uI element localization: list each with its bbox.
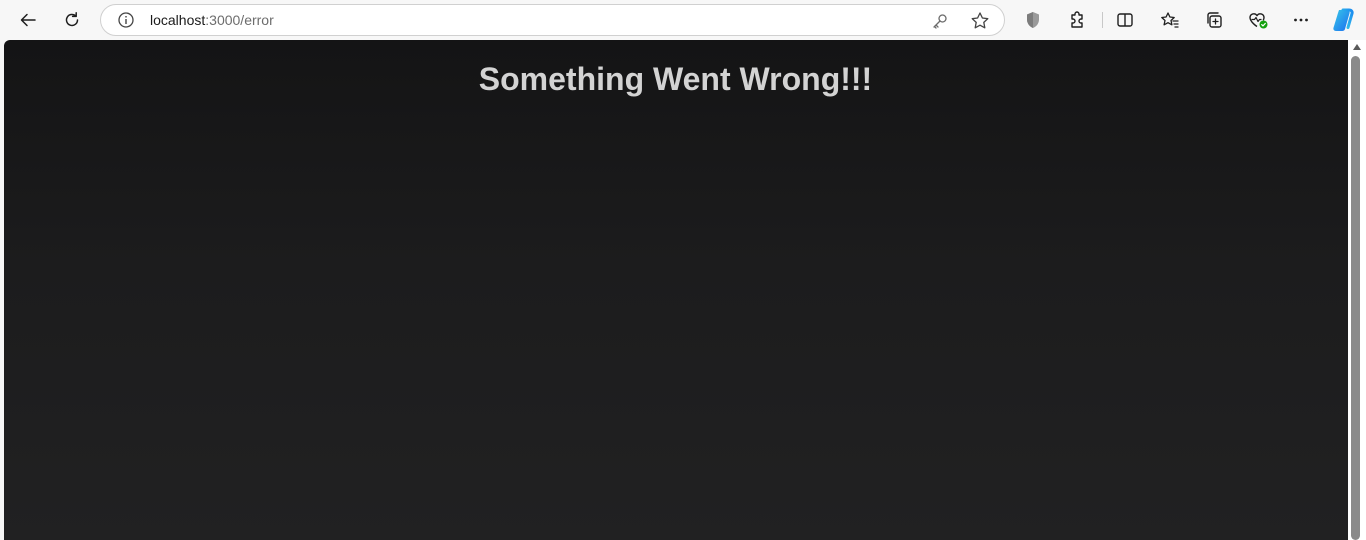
more-icon [1291,10,1311,30]
refresh-icon [62,10,82,30]
heart-pulse-icon [1247,10,1269,30]
back-arrow-icon [18,10,38,30]
toolbar-divider [1102,12,1103,28]
extensions-button[interactable] [1061,4,1093,36]
address-bar[interactable]: localhost:3000/error [100,4,1005,36]
collections-icon [1204,10,1224,30]
performance-button[interactable] [1242,4,1274,36]
info-icon[interactable] [117,11,135,29]
back-button[interactable] [12,4,44,36]
key-icon[interactable] [930,11,950,36]
copilot-button[interactable] [1327,4,1359,36]
refresh-button[interactable] [56,4,88,36]
favorites-icon [1160,10,1180,30]
split-screen-icon [1115,10,1135,30]
collections-button[interactable] [1198,4,1230,36]
split-screen-button[interactable] [1109,4,1141,36]
page-viewport: Something Went Wrong!!! [4,40,1348,540]
url-path: :3000/error [205,12,274,28]
copilot-icon [1330,7,1356,33]
url-host: localhost [150,12,206,28]
browser-toolbar: localhost:3000/error [0,0,1366,40]
shield-icon [1024,10,1042,30]
star-icon[interactable] [969,10,991,37]
vertical-scrollbar[interactable] [1348,40,1366,540]
url-text[interactable]: localhost:3000/error [150,12,274,28]
favorites-button[interactable] [1154,4,1186,36]
puzzle-icon [1067,10,1087,30]
page-title: Something Went Wrong!!! [478,61,873,97]
scroll-thumb[interactable] [1351,56,1360,540]
shield-button[interactable] [1017,4,1049,36]
scroll-up-arrow-icon[interactable] [1353,44,1361,50]
more-button[interactable] [1285,4,1317,36]
